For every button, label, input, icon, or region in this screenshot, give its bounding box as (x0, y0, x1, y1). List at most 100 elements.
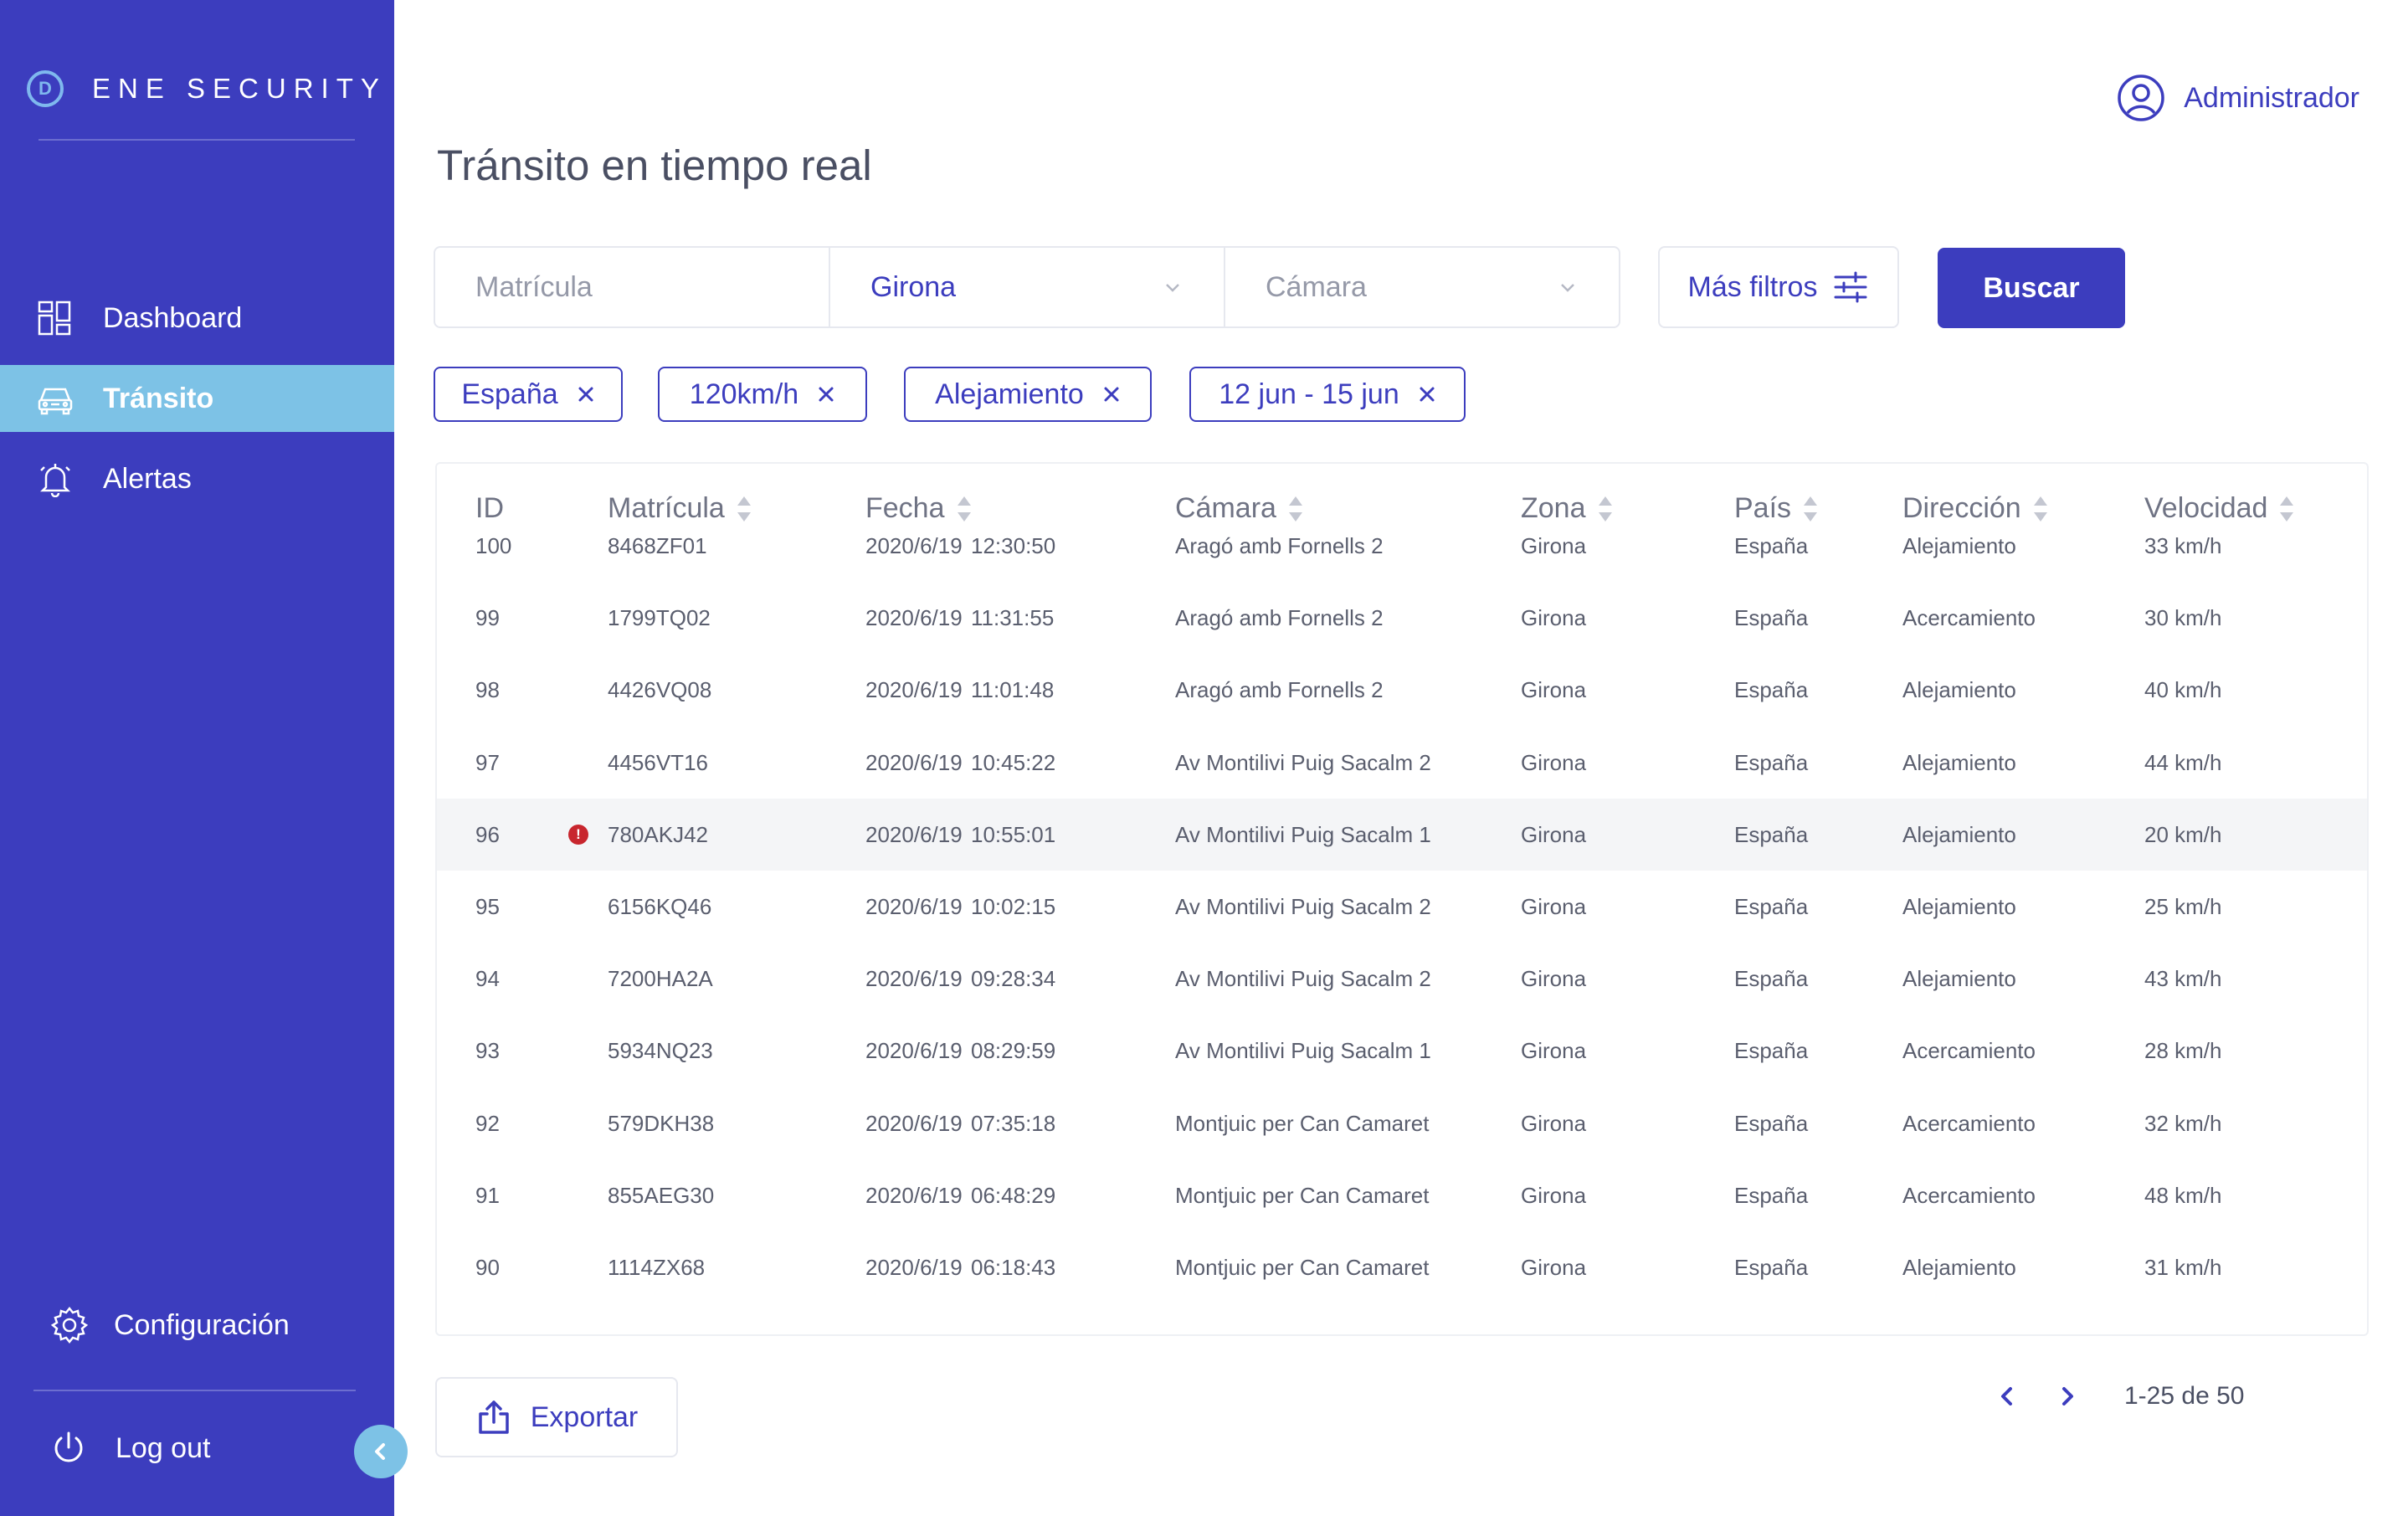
cell-zone: Girona (1521, 1182, 1587, 1208)
cell-date: 2020/6/19 (865, 1110, 963, 1136)
cell-speed: 25 km/h (2144, 894, 2222, 919)
table-row[interactable]: 91 855AEG30 2020/6/19 06:48:29 Montjuic per … (437, 1159, 2367, 1231)
page-title: Tránsito en tiempo real (437, 141, 872, 189)
table-row[interactable]: 93 5934NQ23 2020/6/19 08:29:59 Av Montilivi … (437, 1015, 2367, 1087)
plate-input[interactable]: Matrícula (435, 248, 829, 326)
cell-time: 06:18:43 (971, 1255, 1056, 1280)
cell-id: 98 (475, 677, 500, 703)
cell-plate: 5934NQ23 (608, 1038, 713, 1064)
table-row[interactable]: 100 8468ZF01 2020/6/19 12:30:50 Aragó amb Fo… (437, 510, 2367, 582)
table-row[interactable]: 94 7200HA2A 2020/6/19 09:28:34 Av Montilivi … (437, 943, 2367, 1015)
brand-logo-icon: D (27, 70, 64, 107)
cell-date: 2020/6/19 (865, 749, 963, 775)
cell-time: 10:45:22 (971, 749, 1056, 775)
table-row[interactable]: 98 4426VQ08 2020/6/19 11:01:48 Aragó amb For… (437, 654, 2367, 726)
chip-label: 12 jun - 15 jun (1219, 378, 1399, 410)
cell-date: 2020/6/19 (865, 533, 963, 558)
cell-plate: 7200HA2A (608, 966, 713, 992)
cell-country: España (1734, 894, 1809, 919)
bell-icon (39, 464, 71, 497)
cell-speed: 32 km/h (2144, 1110, 2222, 1136)
cell-country: España (1734, 605, 1809, 631)
brand-name: ENE SECURITY (92, 73, 387, 104)
cell-plate: 8468ZF01 (608, 533, 707, 558)
cell-direction: Acercamiento (1902, 1110, 2036, 1136)
chip-label: Alejamiento (935, 378, 1084, 410)
cell-camera: Av Montilivi Puig Sacalm 1 (1175, 1038, 1431, 1064)
sidebar-item-dashboard[interactable]: Dashboard (0, 285, 394, 352)
cell-zone: Girona (1521, 894, 1587, 919)
table-row[interactable]: ! 96 780AKJ42 2020/6/19 10:55:01 Av Montilivi… (437, 798, 2367, 871)
export-button[interactable]: Exportar (435, 1377, 678, 1457)
cell-id: 93 (475, 1038, 500, 1064)
filter-chip-date-range: 12 jun - 15 jun (1189, 367, 1466, 422)
close-icon[interactable] (1418, 385, 1436, 403)
cell-country: España (1734, 821, 1809, 847)
cell-zone: Girona (1521, 677, 1587, 703)
close-icon[interactable] (1102, 385, 1121, 403)
cell-speed: 40 km/h (2144, 677, 2222, 703)
cell-speed: 28 km/h (2144, 1038, 2222, 1064)
collapse-sidebar-button[interactable] (354, 1425, 408, 1478)
cell-id: 99 (475, 605, 500, 631)
user-menu[interactable]: Administrador (2117, 74, 2359, 122)
cell-country: España (1734, 966, 1809, 992)
close-icon[interactable] (577, 385, 595, 403)
cell-time: 11:01:48 (971, 677, 1055, 703)
sliders-icon (1834, 271, 1867, 303)
plate-input-placeholder: Matrícula (475, 270, 593, 303)
sidebar-divider (33, 1390, 356, 1391)
table-row[interactable]: 97 4456VT16 2020/6/19 10:45:22 Av Montilivi … (437, 727, 2367, 799)
cell-direction: Alejamiento (1902, 966, 2016, 992)
power-icon (54, 1431, 83, 1462)
cell-country: España (1734, 1038, 1809, 1064)
cell-camera: Montjuic per Can Camaret (1175, 1110, 1430, 1136)
cell-camera: Aragó amb Fornells 2 (1175, 677, 1384, 703)
cell-time: 09:28:34 (971, 966, 1056, 992)
cell-plate: 780AKJ42 (608, 821, 708, 847)
close-icon[interactable] (817, 385, 835, 403)
table-row[interactable]: 92 579DKH38 2020/6/19 07:35:18 Montjuic per … (437, 1087, 2367, 1159)
cell-direction: Alejamiento (1902, 1255, 2016, 1280)
sidebar-item-transito[interactable]: Tránsito (0, 365, 394, 432)
cell-id: 100 (475, 533, 512, 558)
zone-select[interactable]: Girona (829, 248, 1224, 326)
cell-zone: Girona (1521, 966, 1587, 992)
cell-id: 92 (475, 1110, 500, 1136)
next-page-button[interactable] (2052, 1381, 2082, 1411)
sidebar-divider (39, 139, 355, 141)
table-row[interactable]: 90 1114ZX68 2020/6/19 06:18:43 Montjuic per … (437, 1231, 2367, 1303)
cell-speed: 20 km/h (2144, 821, 2222, 847)
logout-button[interactable]: Log out (50, 1430, 210, 1467)
table-row[interactable]: 95 6156KQ46 2020/6/19 10:02:15 Av Montilivi … (437, 871, 2367, 943)
cell-camera: Montjuic per Can Camaret (1175, 1255, 1430, 1280)
cell-speed: 48 km/h (2144, 1182, 2222, 1208)
camera-select[interactable]: Cámara (1224, 248, 1619, 326)
cell-time: 06:48:29 (971, 1182, 1056, 1208)
cell-zone: Girona (1521, 533, 1587, 558)
cell-id: 94 (475, 966, 500, 992)
sidebar-item-alertas[interactable]: Alertas (0, 445, 394, 512)
cell-direction: Acercamiento (1902, 1038, 2036, 1064)
sidebar-item-label: Configuración (114, 1308, 290, 1341)
cell-camera: Aragó amb Fornells 2 (1175, 605, 1384, 631)
cell-country: España (1734, 749, 1809, 775)
cell-date: 2020/6/19 (865, 1038, 963, 1064)
cell-zone: Girona (1521, 605, 1587, 631)
upload-icon (479, 1400, 509, 1434)
cell-plate: 1799TQ02 (608, 605, 711, 631)
cell-direction: Alejamiento (1902, 821, 2016, 847)
sidebar-nav: Dashboard Tránsito Alertas (0, 285, 394, 526)
search-button[interactable]: Buscar (1938, 248, 2125, 328)
cell-direction: Alejamiento (1902, 749, 2016, 775)
cell-date: 2020/6/19 (865, 1182, 963, 1208)
cell-camera: Av Montilivi Puig Sacalm 2 (1175, 894, 1431, 919)
chevron-down-icon (1166, 284, 1179, 292)
cell-camera: Aragó amb Fornells 2 (1175, 533, 1384, 558)
previous-page-button[interactable] (1992, 1381, 2022, 1411)
more-filters-button[interactable]: Más filtros (1658, 246, 1899, 328)
sidebar-item-configuracion[interactable]: Configuración (50, 1306, 290, 1344)
table-row[interactable]: 99 1799TQ02 2020/6/19 11:31:55 Aragó amb For… (437, 582, 2367, 654)
cell-speed: 43 km/h (2144, 966, 2222, 992)
cell-date: 2020/6/19 (865, 1255, 963, 1280)
